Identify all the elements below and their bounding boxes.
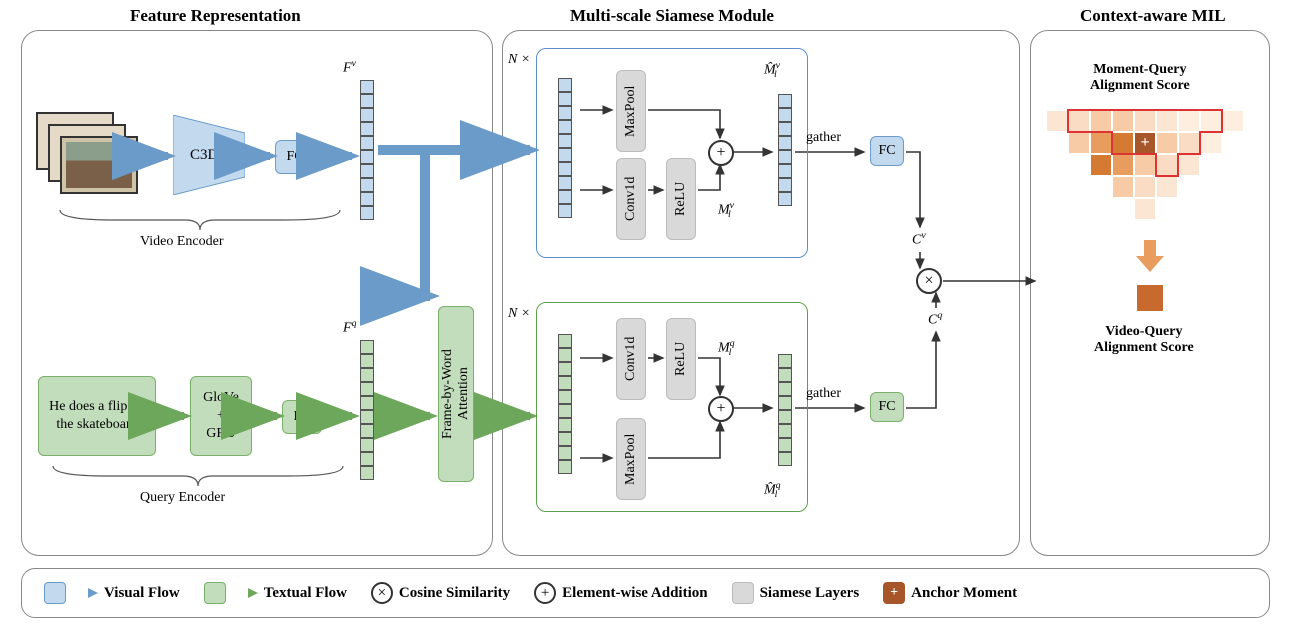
cosine-op: × (916, 268, 942, 294)
maxpool-bottom: MaxPool (616, 418, 646, 500)
plus-op-top: + (708, 140, 734, 166)
plus-op-bottom: + (708, 396, 734, 422)
legend-elementwise: + Element-wise Addition (534, 582, 707, 604)
cv-label: Cv (912, 230, 926, 249)
m-q-label: Mql (718, 338, 731, 358)
maxpool-top: MaxPool (616, 70, 646, 152)
moment-query-label: Moment-Query Alignment Score (1090, 62, 1190, 94)
mhat-v-label: M̂vl (764, 60, 777, 80)
siamese-green-input (558, 334, 572, 474)
fc-top: FC (870, 136, 904, 166)
m-v-label: Mvl (718, 200, 731, 220)
relu-bottom: ReLU (666, 318, 696, 400)
relu-top: ReLU (666, 158, 696, 240)
down-arrow-icon (1136, 240, 1164, 274)
legend-panel: Visual Flow Textual Flow × Cosine Simila… (21, 568, 1270, 618)
conv1d-bottom: Conv1d (616, 318, 646, 400)
red-context-outline (1046, 110, 1266, 250)
siamese-blue-input (558, 78, 572, 218)
video-query-cell (1136, 284, 1164, 312)
siamese-green-output (778, 354, 792, 466)
video-query-label: Video-Query Alignment Score (1094, 324, 1194, 356)
fc-bottom: FC (870, 392, 904, 422)
mhat-q-label: M̂ql (764, 480, 777, 500)
legend-anchor: + Anchor Moment (883, 582, 1017, 604)
siamese-blue-output (778, 94, 792, 206)
gather-top: gather (806, 130, 841, 146)
n-label-bottom: N × (508, 306, 530, 322)
legend-visual-flow: Visual Flow (44, 582, 180, 604)
cq-label: Cq (928, 310, 942, 329)
gather-bottom: gather (806, 386, 841, 402)
conv1d-top: Conv1d (616, 158, 646, 240)
legend-cosine: × Cosine Similarity (371, 582, 510, 604)
legend-siamese-layers: Siamese Layers (732, 582, 860, 604)
legend-textual-flow: Textual Flow (204, 582, 347, 604)
n-label-top: N × (508, 52, 530, 68)
